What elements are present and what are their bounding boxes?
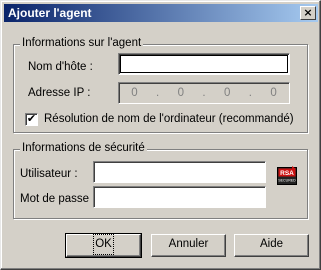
- hostname-label: Nom d'hôte :: [28, 61, 93, 73]
- ip-dot: .: [248, 87, 252, 99]
- ip-octet-2: 0: [177, 87, 184, 99]
- help-button[interactable]: Aide: [234, 234, 309, 257]
- window-title: Ajouter l'agent: [8, 6, 92, 20]
- security-info-legend: Informations de sécurité: [20, 142, 147, 154]
- hostname-field[interactable]: [118, 53, 290, 75]
- add-agent-dialog: Ajouter l'agent × Informations sur l'age…: [0, 0, 321, 270]
- ip-address-field: 0 . 0 . 0 . 0: [118, 82, 290, 104]
- rsa-badge-text: RSA: [280, 170, 294, 177]
- cancel-button[interactable]: Annuler: [151, 234, 226, 257]
- ip-octet-4: 0: [270, 87, 277, 99]
- check-icon: ✔: [26, 112, 37, 125]
- ok-button[interactable]: OK: [65, 233, 142, 258]
- help-button-label: Aide: [259, 238, 284, 250]
- username-label: Utilisateur :: [20, 168, 78, 180]
- ip-dot: .: [155, 87, 160, 99]
- cancel-button-label: Annuler: [168, 238, 209, 250]
- resolve-name-label[interactable]: Résolution de nom de l'ordinateur (recom…: [44, 113, 294, 125]
- ip-octet-1: 0: [131, 87, 138, 99]
- resolve-name-checkbox[interactable]: ✔: [25, 113, 38, 126]
- password-field[interactable]: [93, 186, 266, 208]
- password-label: Mot de passe :: [20, 193, 96, 205]
- ok-button-label: OK: [93, 234, 114, 255]
- username-field[interactable]: [93, 161, 266, 183]
- title-bar[interactable]: Ajouter l'agent ×: [4, 4, 318, 22]
- ip-octet-3: 0: [223, 87, 231, 99]
- rsa-secured-icon: RSA SECURED: [277, 166, 297, 185]
- close-icon: ×: [303, 6, 313, 19]
- security-info-group: Informations de sécurité: [13, 142, 308, 219]
- rsa-badge-subtext: SECURED: [278, 179, 296, 183]
- agent-info-legend: Informations sur l'agent: [20, 37, 144, 49]
- ip-address-label: Adresse IP :: [28, 87, 91, 99]
- close-button[interactable]: ×: [300, 6, 316, 20]
- ip-dot: .: [202, 87, 206, 99]
